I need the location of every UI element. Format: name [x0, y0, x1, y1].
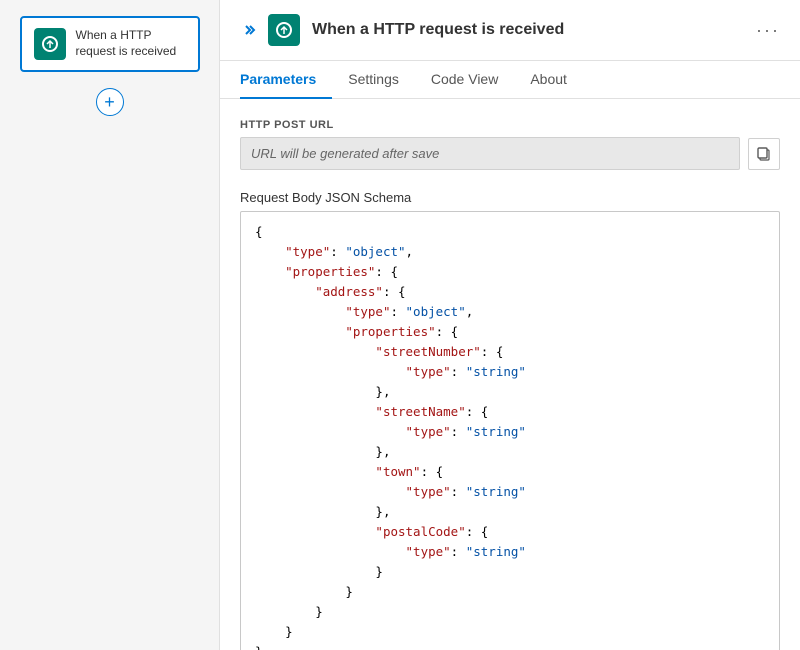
url-field: URL will be generated after save — [240, 137, 740, 170]
panel-title: When a HTTP request is received — [312, 21, 744, 39]
more-options-button[interactable]: ··· — [756, 20, 780, 41]
add-step-button[interactable]: + — [96, 88, 124, 116]
url-row: URL will be generated after save — [240, 137, 780, 170]
tab-code-view[interactable]: Code View — [415, 61, 514, 99]
trigger-icon — [34, 28, 66, 60]
panel-content: HTTP POST URL URL will be generated afte… — [220, 99, 800, 650]
tab-parameters[interactable]: Parameters — [240, 61, 332, 99]
collapse-button[interactable] — [240, 22, 256, 38]
tab-about[interactable]: About — [514, 61, 583, 99]
main-panel: When a HTTP request is received ··· Para… — [220, 0, 800, 650]
json-schema-editor[interactable]: { "type": "object", "properties": { "add… — [240, 211, 780, 650]
tabs-bar: Parameters Settings Code View About — [220, 61, 800, 99]
header-icon — [268, 14, 300, 46]
schema-label: Request Body JSON Schema — [240, 190, 780, 205]
sidebar: When a HTTP request is received + — [0, 0, 220, 650]
tab-settings[interactable]: Settings — [332, 61, 415, 99]
copy-url-button[interactable] — [748, 138, 780, 170]
trigger-label: When a HTTP request is received — [76, 28, 186, 59]
trigger-card[interactable]: When a HTTP request is received — [20, 16, 200, 72]
panel-header: When a HTTP request is received ··· — [220, 0, 800, 61]
http-post-url-label: HTTP POST URL — [240, 119, 780, 131]
